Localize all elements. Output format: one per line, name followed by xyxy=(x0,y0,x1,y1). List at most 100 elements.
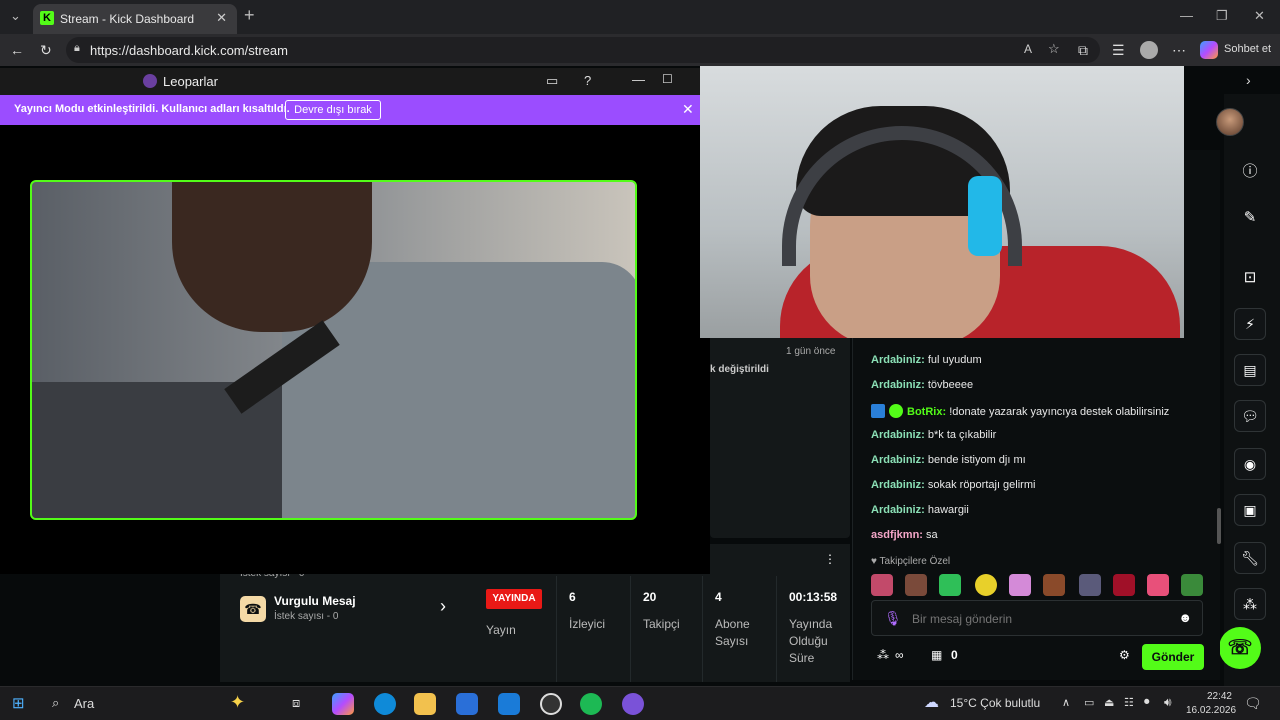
close-tab-icon[interactable]: ✕ xyxy=(216,10,227,26)
obs-icon[interactable] xyxy=(540,693,562,715)
read-aloud-icon[interactable]: A xyxy=(1024,42,1032,56)
new-tab-icon[interactable]: + xyxy=(244,5,255,26)
viewers-label: İzleyici xyxy=(569,617,606,631)
favorite-star-icon[interactable]: ☆ xyxy=(1048,41,1060,57)
chat-message: Ardabiniz: b*k ta çıkabilir xyxy=(871,429,997,441)
clock-time: 22:42 xyxy=(1206,691,1232,702)
highlight-message-icon: ☎ xyxy=(240,596,266,622)
channel-points-value: ∞ xyxy=(895,648,904,662)
chat-message-input[interactable] xyxy=(912,609,1162,629)
highlight-title: Vurgulu Mesaj xyxy=(274,594,356,608)
heart-icon: ♥ xyxy=(871,556,880,567)
widgets-sparkle-icon[interactable]: ✦ xyxy=(230,692,245,713)
subscribers-count: 4 xyxy=(715,590,722,604)
edit-icon[interactable]: ✎ xyxy=(1234,202,1266,234)
back-icon[interactable]: ← xyxy=(10,42,24,58)
battery-icon[interactable]: ▭ xyxy=(1084,696,1094,709)
minimize-icon[interactable]: — xyxy=(1180,8,1193,23)
emote[interactable] xyxy=(1079,574,1101,596)
network-icon[interactable]: ☷ xyxy=(1124,696,1134,709)
broadcast-icon[interactable]: ◉ xyxy=(1234,448,1266,480)
emote[interactable] xyxy=(1147,574,1169,596)
edge-icon[interactable] xyxy=(374,693,396,715)
points-icon[interactable]: ⁂ xyxy=(1234,588,1266,620)
notifications-icon[interactable]: 🗨︎ xyxy=(1244,695,1262,712)
popup-minimize-icon[interactable]: — xyxy=(632,72,645,87)
close-window-icon[interactable]: ✕ xyxy=(1254,8,1265,24)
popup-maximize-icon[interactable]: ☐ xyxy=(662,72,673,86)
stats-menu-icon[interactable]: ⋮ xyxy=(824,552,836,566)
viewers-count: 6 xyxy=(569,590,576,604)
taskbar-search-text[interactable]: Ara xyxy=(74,696,94,711)
notes-icon[interactable]: ▤ xyxy=(1234,354,1266,386)
activity-text: k değiştirildi xyxy=(710,364,769,375)
stream-video[interactable] xyxy=(30,180,637,520)
emote[interactable] xyxy=(939,574,961,596)
chat-message: Ardabiniz: ful uyudum xyxy=(871,354,982,366)
emote[interactable] xyxy=(975,574,997,596)
weather-text[interactable]: 15°C Çok bulutlu xyxy=(950,696,1040,710)
discord-icon[interactable] xyxy=(622,693,644,715)
support-chat-icon[interactable]: ☏ xyxy=(1219,627,1261,669)
spotify-icon[interactable] xyxy=(580,693,602,715)
extensions-icon[interactable]: ⧉ xyxy=(1078,42,1088,59)
tray-chevron-icon[interactable]: ∧ xyxy=(1062,696,1070,709)
highlighted-message-card[interactable]: İstek sayısı - 0 ☎ Vurgulu Mesaj İstek s… xyxy=(220,568,472,682)
emoji-icon[interactable]: ☻ xyxy=(1178,610,1192,625)
file-explorer-icon[interactable] xyxy=(414,693,436,715)
emote[interactable] xyxy=(1181,574,1203,596)
emote[interactable] xyxy=(905,574,927,596)
chat-settings-icon[interactable]: ⚙ xyxy=(1119,648,1130,662)
restore-icon[interactable]: ❐ xyxy=(1216,8,1228,24)
verified-badge-icon xyxy=(889,404,903,418)
usb-icon[interactable]: ⏏ xyxy=(1104,696,1114,709)
quick-action-icon[interactable]: ⚡︎ xyxy=(1234,308,1266,340)
volume-icon[interactable]: 🔊︎ xyxy=(1164,695,1172,710)
collections-icon[interactable]: ☰ xyxy=(1112,42,1125,59)
task-view-icon[interactable]: ⧈ xyxy=(292,695,300,711)
chat-input-box[interactable]: 🎙︎ ☻ xyxy=(871,600,1203,636)
next-arrow-icon[interactable]: › xyxy=(1246,72,1251,88)
emote[interactable] xyxy=(1043,574,1065,596)
url-field[interactable]: 🔒︎ https://dashboard.kick.com/stream A ☆ xyxy=(66,37,1100,63)
help-icon[interactable]: ? xyxy=(584,73,591,88)
browser-tab-bar: ⌄ K Stream - Kick Dashboard ✕ + — ❐ ✕ xyxy=(0,0,1280,34)
tools-icon[interactable]: 🔧︎ xyxy=(1234,542,1266,574)
taskbar-clock[interactable]: 22:42 16.02.2026 xyxy=(1186,690,1236,718)
pip-icon[interactable]: ▭ xyxy=(546,73,558,89)
emote[interactable] xyxy=(1009,574,1031,596)
chat-scrollbar[interactable] xyxy=(1217,508,1221,544)
copilot-app-icon[interactable] xyxy=(332,693,354,715)
tab-list-chevron-icon[interactable]: ⌄ xyxy=(10,8,21,24)
search-icon[interactable]: ⌕ xyxy=(52,695,59,711)
gift-icon[interactable]: ▦ xyxy=(931,648,942,662)
channel-points-icon[interactable]: ⁂ xyxy=(877,648,889,662)
reload-icon[interactable]: ↻ xyxy=(40,42,52,59)
copilot-chat-button[interactable]: Sohbet et xyxy=(1198,38,1276,62)
stream-label: Yayın xyxy=(486,623,516,637)
info-icon[interactable]: ⓘ xyxy=(1234,156,1266,188)
notice-close-icon[interactable]: ✕ xyxy=(682,101,694,118)
mail-icon[interactable] xyxy=(498,693,520,715)
user-avatar[interactable] xyxy=(1216,108,1244,136)
send-button[interactable]: Gönder xyxy=(1142,644,1204,670)
subscribers-label: Abone Sayısı xyxy=(715,617,750,648)
emote[interactable] xyxy=(871,574,893,596)
mic-tray-icon[interactable]: ⏺ xyxy=(1144,696,1150,709)
site-info-icon[interactable]: 🔒︎ xyxy=(74,42,80,55)
chat-message: BotRix: !donate yazarak yayıncıya destek… xyxy=(871,404,1169,418)
microphone-icon[interactable]: 🎙︎ xyxy=(884,610,902,627)
disable-streamer-mode-button[interactable]: Devre dışı bırak xyxy=(285,100,381,120)
address-bar-row: ← ↻ 🔒︎ https://dashboard.kick.com/stream… xyxy=(0,34,1280,66)
store-icon[interactable] xyxy=(456,693,478,715)
browser-tab[interactable]: K Stream - Kick Dashboard ✕ xyxy=(33,4,237,34)
layout-icon[interactable]: ▣ xyxy=(1234,494,1266,526)
more-menu-icon[interactable]: ⋯ xyxy=(1172,42,1186,59)
chevron-right-icon[interactable]: › xyxy=(440,596,446,617)
chat-icon[interactable]: 💬︎ xyxy=(1234,400,1266,432)
activity-time: 1 gün önce xyxy=(786,346,836,357)
emote[interactable] xyxy=(1113,574,1135,596)
capture-icon[interactable]: ⊡ xyxy=(1234,262,1266,294)
profile-icon[interactable] xyxy=(1140,41,1158,59)
start-icon[interactable]: ⊞ xyxy=(12,694,25,712)
